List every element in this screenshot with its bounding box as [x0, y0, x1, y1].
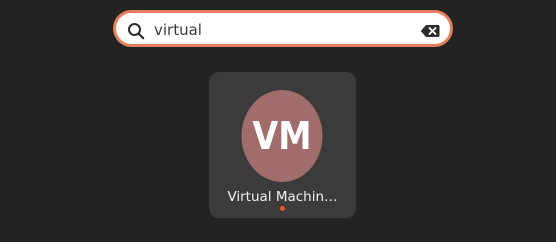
virtual-machine-app-icon: VM	[241, 90, 323, 182]
clear-icon[interactable]	[420, 23, 440, 39]
app-result-virtual-machine-manager[interactable]: VM Virtual Machin…	[209, 72, 356, 218]
search-bar[interactable]	[113, 10, 453, 47]
search-input[interactable]	[154, 19, 414, 41]
running-indicator	[280, 206, 285, 211]
search-icon	[128, 23, 145, 40]
app-label: Virtual Machin…	[227, 189, 338, 205]
